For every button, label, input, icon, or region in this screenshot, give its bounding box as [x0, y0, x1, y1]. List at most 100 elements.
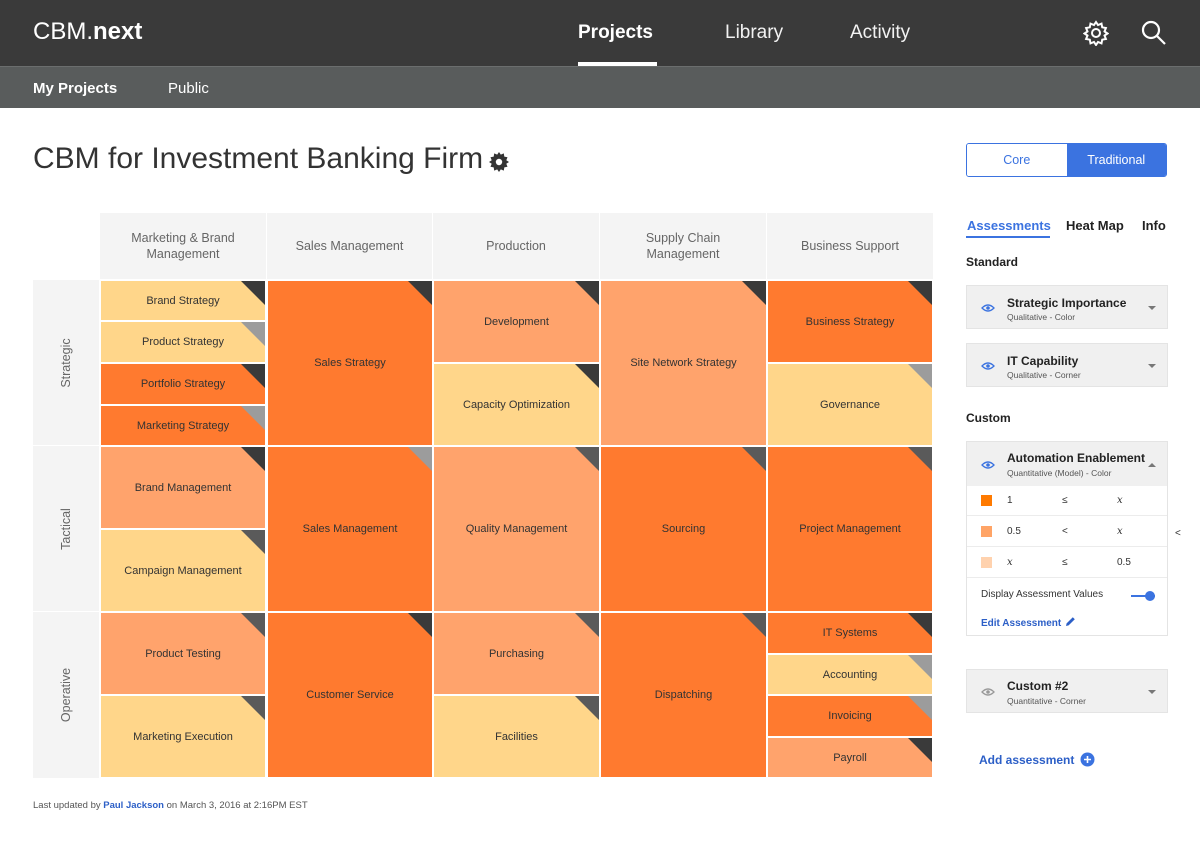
- cell-label: Quality Management: [465, 523, 568, 535]
- capability-cell[interactable]: Payroll: [767, 737, 933, 778]
- cell-label: Accounting: [822, 668, 878, 681]
- tab-info[interactable]: Info: [1142, 218, 1166, 233]
- subnav-my-projects[interactable]: My Projects: [33, 80, 117, 97]
- toggle-core[interactable]: Core: [967, 144, 1067, 176]
- it-capability-corner: [742, 281, 766, 305]
- column-header: Business Support: [767, 213, 933, 279]
- capability-cell[interactable]: Sales Management: [267, 446, 433, 612]
- cell-label: Capacity Optimization: [463, 398, 570, 411]
- nav-library[interactable]: Library: [725, 22, 783, 44]
- cell-label: Sourcing: [661, 523, 706, 535]
- capability-cell[interactable]: Sourcing: [600, 446, 767, 612]
- it-capability-corner: [908, 281, 932, 305]
- assessment-name: IT Capability: [1007, 354, 1079, 368]
- chevron-down-icon[interactable]: [1147, 689, 1157, 695]
- author-link[interactable]: Paul Jackson: [103, 800, 164, 811]
- toggle-knob: [1145, 591, 1155, 601]
- cell-label: Payroll: [833, 751, 867, 764]
- capability-cell[interactable]: Development: [433, 280, 600, 363]
- subnav-public[interactable]: Public: [168, 80, 209, 97]
- cell-label: Dispatching: [654, 689, 713, 701]
- capability-cell[interactable]: Site Network Strategy: [600, 280, 767, 446]
- it-capability-corner: [908, 738, 932, 762]
- assessment-name: Automation Enablement: [1007, 451, 1146, 465]
- add-assessment-link[interactable]: Add assessment: [979, 753, 1074, 767]
- it-capability-corner: [241, 406, 265, 430]
- capability-cell[interactable]: Campaign Management: [100, 529, 266, 612]
- legend-operator: ≤: [1062, 557, 1068, 568]
- capability-cell[interactable]: Customer Service: [267, 612, 433, 778]
- chevron-up-icon[interactable]: [1147, 462, 1157, 468]
- cell-label: Brand Management: [134, 481, 232, 494]
- it-capability-corner: [241, 281, 265, 305]
- capability-cell[interactable]: Portfolio Strategy: [100, 363, 266, 405]
- legend-swatch: [981, 526, 992, 537]
- capability-cell[interactable]: Invoicing: [767, 695, 933, 737]
- capability-cell[interactable]: Project Management: [767, 446, 933, 612]
- add-circle-icon[interactable]: [1080, 752, 1095, 767]
- legend-swatch: [981, 495, 992, 506]
- nav-projects[interactable]: Projects: [578, 22, 653, 44]
- last-updated-prefix: Last updated by: [33, 800, 101, 811]
- chevron-down-icon[interactable]: [1147, 305, 1157, 311]
- capability-cell[interactable]: Brand Strategy: [100, 280, 266, 321]
- app-logo[interactable]: CBM.next: [33, 18, 142, 46]
- toggle-traditional[interactable]: Traditional: [1066, 144, 1166, 176]
- visibility-eye-icon[interactable]: [981, 460, 995, 470]
- capability-cell[interactable]: Quality Management: [433, 446, 600, 612]
- top-nav-bar: CBM.next Projects Library Activity: [0, 0, 1200, 66]
- it-capability-corner: [742, 613, 766, 637]
- capability-cell[interactable]: Brand Management: [100, 446, 266, 529]
- visibility-eye-icon[interactable]: [981, 303, 995, 313]
- side-arrow[interactable]: <: [1175, 528, 1181, 539]
- assessment-card-custom-2[interactable]: Custom #2 Quantitative - Corner: [966, 669, 1168, 713]
- visibility-eye-icon[interactable]: [981, 361, 995, 371]
- capability-cell[interactable]: Accounting: [767, 654, 933, 695]
- assessment-card-it-capability[interactable]: IT Capability Qualitative - Corner: [966, 343, 1168, 387]
- capability-cell[interactable]: Facilities: [433, 695, 600, 778]
- capability-cell[interactable]: Capacity Optimization: [433, 363, 600, 446]
- assessment-card-automation-enablement[interactable]: Automation Enablement Quantitative (Mode…: [966, 441, 1168, 487]
- cell-label: Invoicing: [828, 710, 872, 722]
- row-label: Operative: [59, 667, 73, 723]
- cell-label: Marketing Execution: [133, 730, 233, 743]
- custom-section-label: Custom: [966, 411, 1011, 425]
- it-capability-corner: [575, 613, 599, 637]
- search-icon[interactable]: [1141, 20, 1167, 46]
- nav-activity[interactable]: Activity: [850, 22, 910, 44]
- it-capability-corner: [408, 447, 432, 471]
- capability-cell[interactable]: Sales Strategy: [267, 280, 433, 446]
- assessment-card-strategic-importance[interactable]: Strategic Importance Qualitative - Color: [966, 285, 1168, 329]
- it-capability-corner: [575, 447, 599, 471]
- display-values-toggle[interactable]: [1131, 590, 1155, 602]
- it-capability-corner: [241, 364, 265, 388]
- capability-cell[interactable]: Dispatching: [600, 612, 767, 778]
- capability-cell[interactable]: Product Testing: [100, 612, 266, 695]
- capability-cell[interactable]: Marketing Execution: [100, 695, 266, 778]
- capability-cell[interactable]: Product Strategy: [100, 321, 266, 363]
- tab-active-underline: [966, 236, 1050, 238]
- it-capability-corner: [908, 696, 932, 720]
- capability-cell[interactable]: Purchasing: [433, 612, 600, 695]
- chevron-down-icon[interactable]: [1147, 363, 1157, 369]
- cell-label: Product Testing: [145, 647, 221, 660]
- it-capability-corner: [908, 655, 932, 679]
- column-header: Production: [433, 213, 599, 279]
- column-header: Supply Chain Management: [600, 213, 766, 279]
- settings-gear-icon[interactable]: [1083, 20, 1109, 46]
- tab-heat-map[interactable]: Heat Map: [1066, 218, 1124, 233]
- legend-swatch: [981, 557, 992, 568]
- capability-cell[interactable]: IT Systems: [767, 612, 933, 654]
- sub-nav-bar: My Projects Public: [0, 66, 1200, 108]
- legend-upper: x: [1117, 495, 1123, 506]
- tab-assessments[interactable]: Assessments: [967, 218, 1051, 233]
- capability-cell[interactable]: Business Strategy: [767, 280, 933, 363]
- capability-cell[interactable]: Marketing Strategy: [100, 405, 266, 446]
- capability-cell[interactable]: Governance: [767, 363, 933, 446]
- cell-label: Sales Management: [302, 523, 398, 535]
- view-toggle: Core Traditional: [966, 143, 1167, 177]
- pencil-icon[interactable]: [1065, 616, 1076, 627]
- visibility-eye-off-icon[interactable]: [981, 687, 995, 697]
- project-settings-gear-icon[interactable]: [489, 152, 509, 172]
- edit-assessment-link[interactable]: Edit Assessment: [981, 618, 1061, 629]
